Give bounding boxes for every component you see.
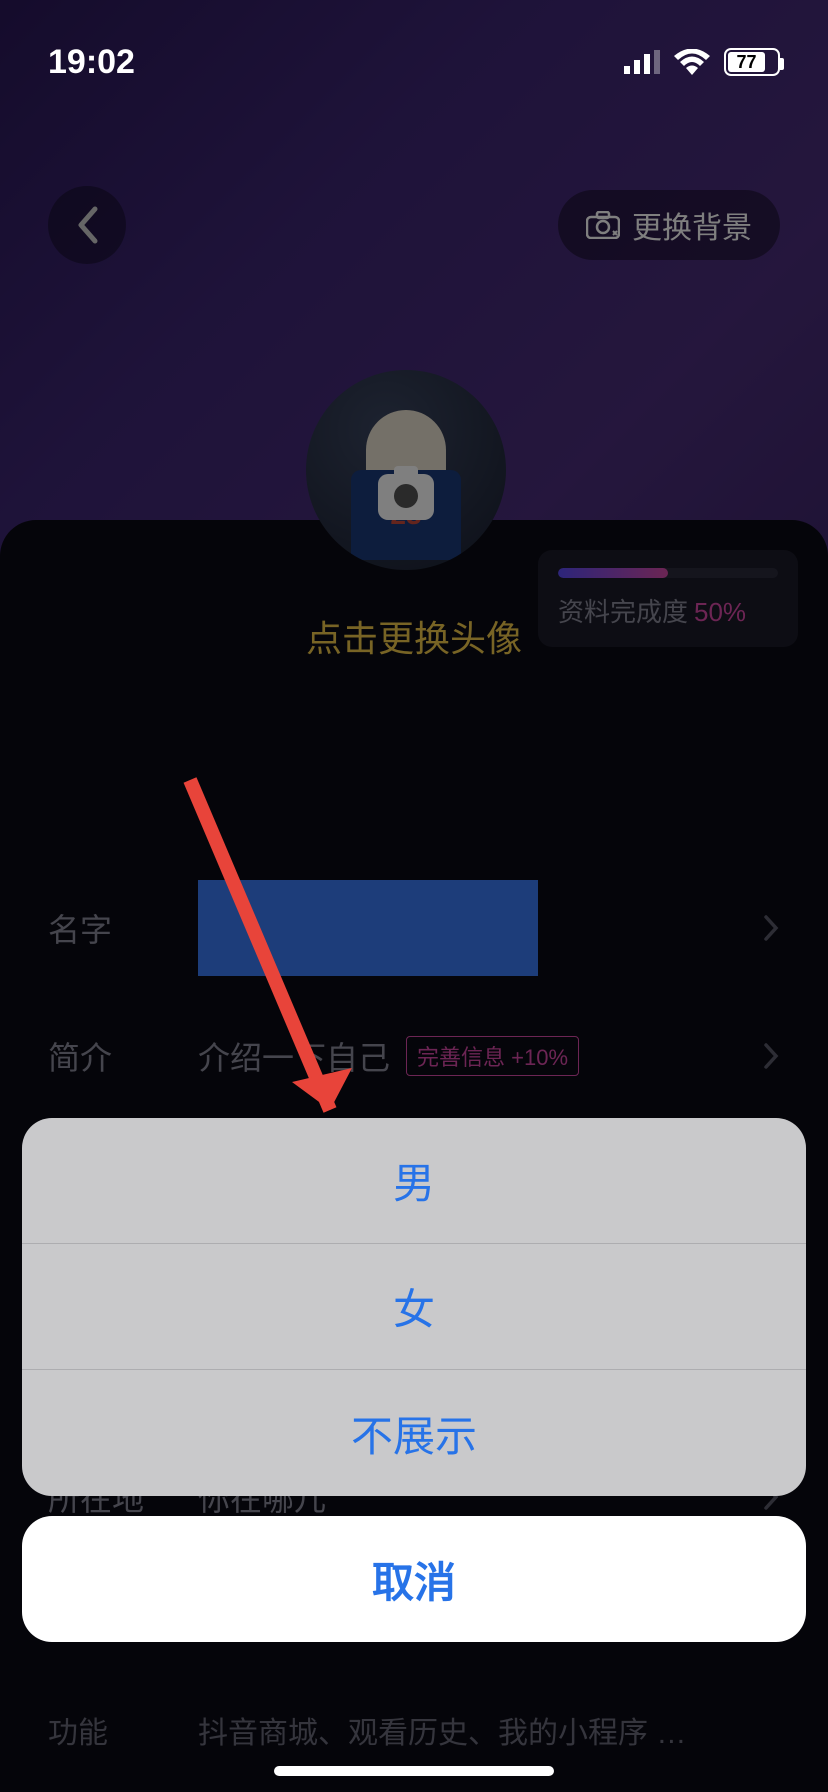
- sheet-options: 男 女 不展示: [22, 1118, 806, 1496]
- home-indicator[interactable]: [274, 1766, 554, 1776]
- gender-action-sheet: 男 女 不展示 取消: [22, 1118, 806, 1792]
- sheet-option-male[interactable]: 男: [22, 1118, 806, 1244]
- sheet-option-hide[interactable]: 不展示: [22, 1370, 806, 1496]
- sheet-cancel-button[interactable]: 取消: [22, 1516, 806, 1642]
- sheet-option-female[interactable]: 女: [22, 1244, 806, 1370]
